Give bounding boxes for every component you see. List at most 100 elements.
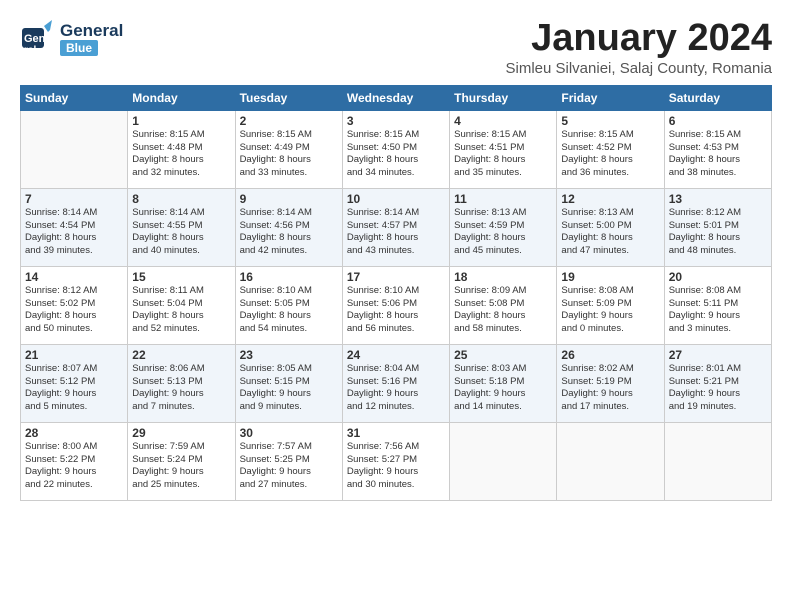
day-number: 8 bbox=[132, 192, 230, 206]
day-info: Sunrise: 8:01 AMSunset: 5:21 PMDaylight:… bbox=[669, 363, 767, 414]
day-info: Sunrise: 8:04 AMSunset: 5:16 PMDaylight:… bbox=[347, 363, 445, 414]
day-cell: 1Sunrise: 8:15 AMSunset: 4:48 PMDaylight… bbox=[128, 110, 235, 188]
day-cell bbox=[450, 422, 557, 500]
day-cell bbox=[21, 110, 128, 188]
day-cell: 4Sunrise: 8:15 AMSunset: 4:51 PMDaylight… bbox=[450, 110, 557, 188]
day-number: 16 bbox=[240, 270, 338, 284]
col-tuesday: Tuesday bbox=[235, 85, 342, 110]
day-info: Sunrise: 8:06 AMSunset: 5:13 PMDaylight:… bbox=[132, 363, 230, 414]
day-info: Sunrise: 8:11 AMSunset: 5:04 PMDaylight:… bbox=[132, 285, 230, 336]
day-info: Sunrise: 8:12 AMSunset: 5:02 PMDaylight:… bbox=[25, 285, 123, 336]
day-number: 2 bbox=[240, 114, 338, 128]
day-number: 18 bbox=[454, 270, 552, 284]
day-info: Sunrise: 8:08 AMSunset: 5:09 PMDaylight:… bbox=[561, 285, 659, 336]
day-cell: 30Sunrise: 7:57 AMSunset: 5:25 PMDayligh… bbox=[235, 422, 342, 500]
day-cell: 20Sunrise: 8:08 AMSunset: 5:11 PMDayligh… bbox=[664, 266, 771, 344]
day-info: Sunrise: 8:07 AMSunset: 5:12 PMDaylight:… bbox=[25, 363, 123, 414]
day-info: Sunrise: 8:15 AMSunset: 4:48 PMDaylight:… bbox=[132, 129, 230, 180]
day-cell: 12Sunrise: 8:13 AMSunset: 5:00 PMDayligh… bbox=[557, 188, 664, 266]
week-row-3: 14Sunrise: 8:12 AMSunset: 5:02 PMDayligh… bbox=[21, 266, 772, 344]
day-cell: 28Sunrise: 8:00 AMSunset: 5:22 PMDayligh… bbox=[21, 422, 128, 500]
logo: Gene ral General Blue bbox=[20, 18, 123, 61]
day-cell: 9Sunrise: 8:14 AMSunset: 4:56 PMDaylight… bbox=[235, 188, 342, 266]
day-number: 14 bbox=[25, 270, 123, 284]
logo-icon: Gene ral bbox=[20, 18, 58, 56]
day-number: 27 bbox=[669, 348, 767, 362]
day-number: 26 bbox=[561, 348, 659, 362]
week-row-5: 28Sunrise: 8:00 AMSunset: 5:22 PMDayligh… bbox=[21, 422, 772, 500]
day-number: 7 bbox=[25, 192, 123, 206]
day-info: Sunrise: 8:15 AMSunset: 4:53 PMDaylight:… bbox=[669, 129, 767, 180]
day-number: 22 bbox=[132, 348, 230, 362]
day-cell: 2Sunrise: 8:15 AMSunset: 4:49 PMDaylight… bbox=[235, 110, 342, 188]
day-info: Sunrise: 8:15 AMSunset: 4:50 PMDaylight:… bbox=[347, 129, 445, 180]
day-number: 10 bbox=[347, 192, 445, 206]
day-cell: 16Sunrise: 8:10 AMSunset: 5:05 PMDayligh… bbox=[235, 266, 342, 344]
day-cell: 17Sunrise: 8:10 AMSunset: 5:06 PMDayligh… bbox=[342, 266, 449, 344]
day-cell: 23Sunrise: 8:05 AMSunset: 5:15 PMDayligh… bbox=[235, 344, 342, 422]
day-info: Sunrise: 8:14 AMSunset: 4:57 PMDaylight:… bbox=[347, 207, 445, 258]
day-number: 23 bbox=[240, 348, 338, 362]
day-cell: 13Sunrise: 8:12 AMSunset: 5:01 PMDayligh… bbox=[664, 188, 771, 266]
day-info: Sunrise: 8:15 AMSunset: 4:51 PMDaylight:… bbox=[454, 129, 552, 180]
day-cell: 21Sunrise: 8:07 AMSunset: 5:12 PMDayligh… bbox=[21, 344, 128, 422]
day-number: 25 bbox=[454, 348, 552, 362]
day-info: Sunrise: 8:13 AMSunset: 4:59 PMDaylight:… bbox=[454, 207, 552, 258]
day-cell: 6Sunrise: 8:15 AMSunset: 4:53 PMDaylight… bbox=[664, 110, 771, 188]
col-sunday: Sunday bbox=[21, 85, 128, 110]
day-cell: 3Sunrise: 8:15 AMSunset: 4:50 PMDaylight… bbox=[342, 110, 449, 188]
day-cell: 5Sunrise: 8:15 AMSunset: 4:52 PMDaylight… bbox=[557, 110, 664, 188]
day-number: 11 bbox=[454, 192, 552, 206]
day-number: 28 bbox=[25, 426, 123, 440]
subtitle: Simleu Silvaniei, Salaj County, Romania bbox=[505, 60, 772, 77]
day-number: 6 bbox=[669, 114, 767, 128]
day-cell: 7Sunrise: 8:14 AMSunset: 4:54 PMDaylight… bbox=[21, 188, 128, 266]
day-number: 31 bbox=[347, 426, 445, 440]
day-cell: 27Sunrise: 8:01 AMSunset: 5:21 PMDayligh… bbox=[664, 344, 771, 422]
day-info: Sunrise: 8:05 AMSunset: 5:15 PMDaylight:… bbox=[240, 363, 338, 414]
day-cell: 22Sunrise: 8:06 AMSunset: 5:13 PMDayligh… bbox=[128, 344, 235, 422]
day-info: Sunrise: 8:08 AMSunset: 5:11 PMDaylight:… bbox=[669, 285, 767, 336]
col-saturday: Saturday bbox=[664, 85, 771, 110]
day-number: 1 bbox=[132, 114, 230, 128]
day-number: 21 bbox=[25, 348, 123, 362]
day-info: Sunrise: 7:57 AMSunset: 5:25 PMDaylight:… bbox=[240, 441, 338, 492]
day-info: Sunrise: 8:14 AMSunset: 4:55 PMDaylight:… bbox=[132, 207, 230, 258]
day-cell: 25Sunrise: 8:03 AMSunset: 5:18 PMDayligh… bbox=[450, 344, 557, 422]
logo-blue: Blue bbox=[60, 40, 98, 56]
day-number: 4 bbox=[454, 114, 552, 128]
col-monday: Monday bbox=[128, 85, 235, 110]
day-cell: 31Sunrise: 7:56 AMSunset: 5:27 PMDayligh… bbox=[342, 422, 449, 500]
day-info: Sunrise: 8:10 AMSunset: 5:06 PMDaylight:… bbox=[347, 285, 445, 336]
day-cell: 19Sunrise: 8:08 AMSunset: 5:09 PMDayligh… bbox=[557, 266, 664, 344]
day-info: Sunrise: 8:14 AMSunset: 4:56 PMDaylight:… bbox=[240, 207, 338, 258]
week-row-1: 1Sunrise: 8:15 AMSunset: 4:48 PMDaylight… bbox=[21, 110, 772, 188]
day-cell: 8Sunrise: 8:14 AMSunset: 4:55 PMDaylight… bbox=[128, 188, 235, 266]
day-info: Sunrise: 8:03 AMSunset: 5:18 PMDaylight:… bbox=[454, 363, 552, 414]
calendar-table: Sunday Monday Tuesday Wednesday Thursday… bbox=[20, 85, 772, 501]
day-cell: 24Sunrise: 8:04 AMSunset: 5:16 PMDayligh… bbox=[342, 344, 449, 422]
day-number: 30 bbox=[240, 426, 338, 440]
header-row: Sunday Monday Tuesday Wednesday Thursday… bbox=[21, 85, 772, 110]
day-info: Sunrise: 7:56 AMSunset: 5:27 PMDaylight:… bbox=[347, 441, 445, 492]
week-row-2: 7Sunrise: 8:14 AMSunset: 4:54 PMDaylight… bbox=[21, 188, 772, 266]
day-cell: 11Sunrise: 8:13 AMSunset: 4:59 PMDayligh… bbox=[450, 188, 557, 266]
logo-general: General bbox=[60, 22, 123, 39]
day-info: Sunrise: 8:15 AMSunset: 4:49 PMDaylight:… bbox=[240, 129, 338, 180]
day-info: Sunrise: 8:02 AMSunset: 5:19 PMDaylight:… bbox=[561, 363, 659, 414]
day-number: 17 bbox=[347, 270, 445, 284]
day-cell bbox=[664, 422, 771, 500]
day-number: 19 bbox=[561, 270, 659, 284]
header: Gene ral General Blue January 2024 Simle… bbox=[20, 18, 772, 77]
day-cell: 29Sunrise: 7:59 AMSunset: 5:24 PMDayligh… bbox=[128, 422, 235, 500]
month-title: January 2024 bbox=[505, 18, 772, 60]
week-row-4: 21Sunrise: 8:07 AMSunset: 5:12 PMDayligh… bbox=[21, 344, 772, 422]
day-info: Sunrise: 8:13 AMSunset: 5:00 PMDaylight:… bbox=[561, 207, 659, 258]
day-cell bbox=[557, 422, 664, 500]
day-info: Sunrise: 7:59 AMSunset: 5:24 PMDaylight:… bbox=[132, 441, 230, 492]
day-cell: 26Sunrise: 8:02 AMSunset: 5:19 PMDayligh… bbox=[557, 344, 664, 422]
svg-text:Gene: Gene bbox=[24, 33, 52, 45]
day-info: Sunrise: 8:10 AMSunset: 5:05 PMDaylight:… bbox=[240, 285, 338, 336]
day-info: Sunrise: 8:14 AMSunset: 4:54 PMDaylight:… bbox=[25, 207, 123, 258]
day-cell: 10Sunrise: 8:14 AMSunset: 4:57 PMDayligh… bbox=[342, 188, 449, 266]
